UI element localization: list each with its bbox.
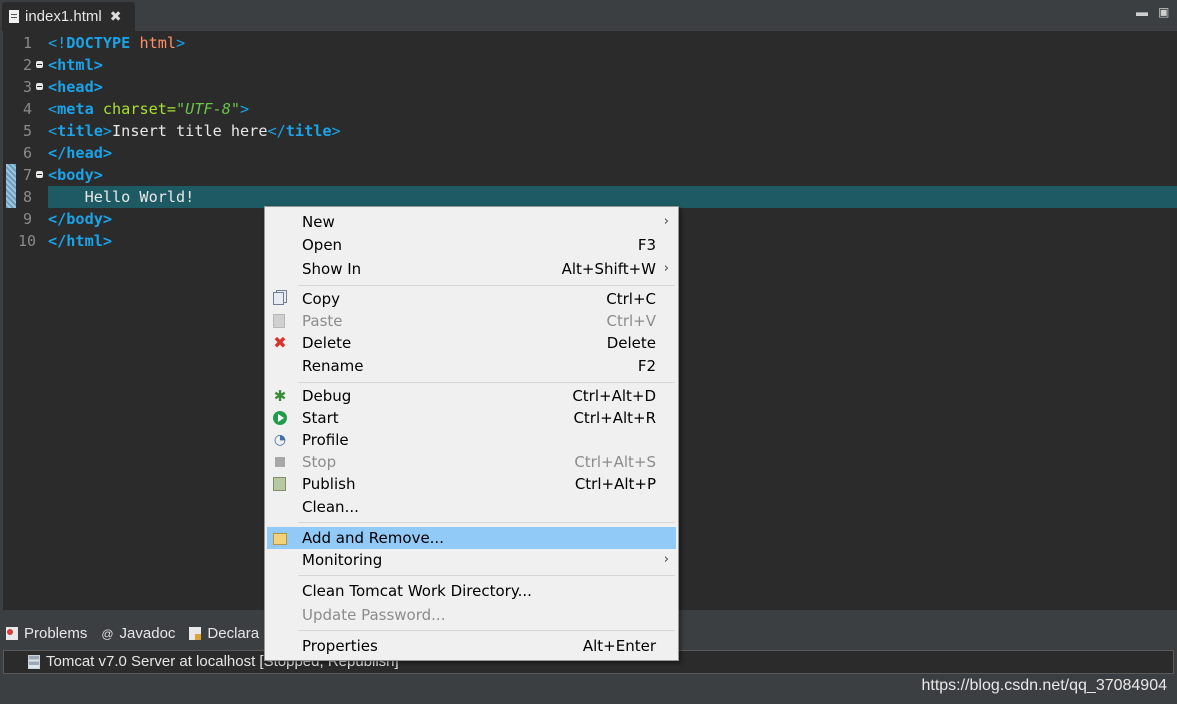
menu-item-start[interactable]: Start Ctrl+Alt+R [267,407,676,429]
view-tabs: Problems @ Javadoc Declara [0,622,267,644]
tab-javadoc-label: Javadoc [119,624,176,642]
menu-item-show-in[interactable]: Show In Alt+Shift+W › [267,258,676,280]
paste-icon [273,314,285,328]
chevron-right-icon: › [663,214,669,229]
change-marker [6,164,16,208]
publish-icon [273,477,286,491]
menu-item-properties[interactable]: Properties Alt+Enter [267,635,676,657]
menu-item-paste: Paste Ctrl+V [267,310,676,332]
tab-declaration-label: Declara [207,624,260,642]
maximize-icon[interactable]: ▣ [1158,5,1169,19]
menu-separator [298,285,675,286]
line-number: 10 [18,232,37,250]
chevron-right-icon: › [663,261,669,276]
html-file-icon [9,10,19,23]
menu-item-copy[interactable]: Copy Ctrl+C [267,288,676,310]
play-icon [273,411,287,425]
tab-problems-label: Problems [24,624,88,642]
line-number: 9 [23,210,33,228]
bug-icon: ✱ [273,387,287,405]
menu-separator [298,575,675,576]
code-line-5: <title>Insert title here</title> [48,122,341,140]
menu-item-clean[interactable]: Clean... [267,496,676,518]
menu-item-monitoring[interactable]: Monitoring › [267,549,676,571]
line-number: 5 [23,122,33,140]
code-line-2: <html> [48,56,103,74]
menu-item-stop: Stop Ctrl+Alt+S [267,451,676,473]
line-number: 4 [23,100,33,118]
menu-item-delete[interactable]: ✖ Delete Delete [267,332,676,354]
menu-separator [298,382,675,383]
menu-item-update-password: Update Password... [302,606,446,624]
code-line-4: <meta charset="UTF-8"> [48,100,250,118]
delete-icon: ✖ [273,333,287,352]
code-line-7: <body> [48,166,103,184]
editor-tab-title: index1.html [25,8,102,25]
stop-icon [275,457,285,467]
line-number: 8 [23,188,33,206]
code-line-8-current: Hello World! [48,186,1177,208]
menu-separator [298,522,675,523]
editor-tab-bar: index1.html ✖ ▬ ▣ [0,0,1177,31]
tab-problems[interactable]: Problems [6,625,87,642]
tab-declaration[interactable]: Declara [189,625,259,642]
menu-item-publish[interactable]: Publish Ctrl+Alt+P [267,473,676,495]
server-icon [28,654,40,669]
menu-separator [298,630,675,631]
copy-icon [273,292,284,305]
fold-icon[interactable] [36,83,43,90]
folder-icon [273,533,287,545]
menu-item-rename[interactable]: Rename F2 [267,355,676,377]
javadoc-icon: @ [101,626,114,641]
menu-item-profile[interactable]: ◔ Profile [267,429,676,451]
menu-item-debug[interactable]: ✱ Debug Ctrl+Alt+D [267,385,676,407]
menu-item-new[interactable]: New › [267,211,676,233]
code-line-3: <head> [48,78,103,96]
minimize-icon[interactable]: ▬ [1136,5,1148,19]
menu-item-clean-tomcat-work-directory[interactable]: Clean Tomcat Work Directory... [267,580,676,602]
watermark: https://blog.csdn.net/qq_37084904 [921,677,1167,694]
line-number: 6 [23,144,33,162]
tab-javadoc[interactable]: @ Javadoc [101,625,175,642]
code-line-1: <!DOCTYPE html> [48,34,186,52]
menu-item-add-and-remove[interactable]: Add and Remove... [267,527,676,549]
chevron-right-icon: › [663,552,669,567]
fold-icon[interactable] [36,171,43,178]
problems-icon [6,626,18,640]
context-menu: New › Open F3 Show In Alt+Shift+W › Copy… [264,206,679,661]
line-number-gutter: 1 2 3 4 5 6 7 8 9 10 [3,31,47,610]
editor-tab-index1[interactable]: index1.html ✖ [2,2,135,31]
menu-item-open[interactable]: Open F3 [267,234,676,256]
fold-icon[interactable] [36,61,43,68]
close-tab-icon[interactable]: ✖ [110,8,122,25]
line-number: 1 [23,34,33,52]
code-line-6: </head> [48,144,113,162]
declaration-icon [189,626,202,640]
profile-icon: ◔ [273,432,287,448]
